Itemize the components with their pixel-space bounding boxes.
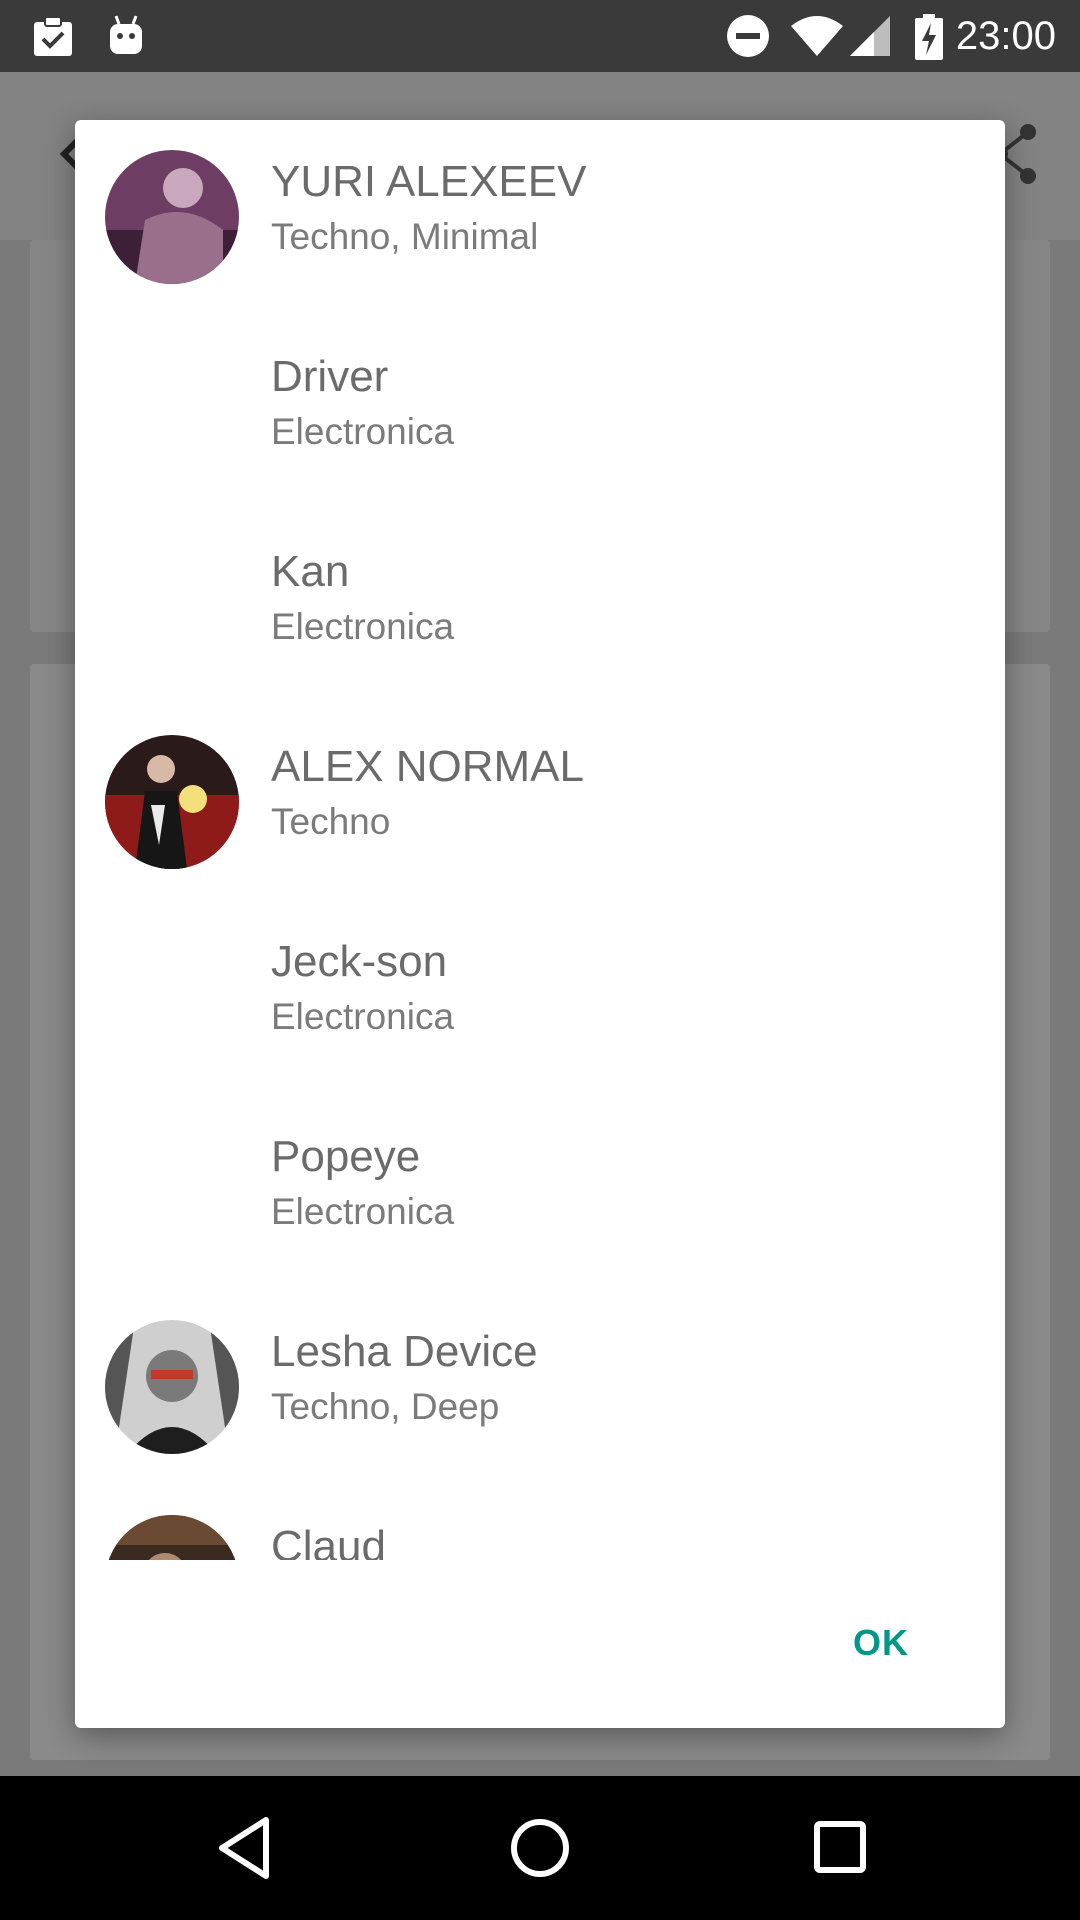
list-item[interactable]: YURI ALEXEEV Techno, Minimal <box>75 120 1005 315</box>
artist-genre: Electronica <box>271 606 455 647</box>
list-item[interactable]: Popeye Electronica <box>75 1095 1005 1290</box>
battery-charging-icon <box>914 14 944 65</box>
avatar <box>105 150 239 284</box>
navigation-bar <box>0 1776 1080 1920</box>
artist-name: Driver <box>271 352 389 401</box>
artist-name: Claud <box>271 1522 386 1560</box>
artist-name: YURI ALEXEEV <box>271 157 587 206</box>
list-item[interactable]: Kan Electronica <box>75 510 1005 705</box>
clock: 23:00 <box>955 14 1056 58</box>
list-item[interactable]: Claud <box>75 1485 1005 1560</box>
artist-name: ALEX NORMAL <box>271 742 584 791</box>
artist-name: Popeye <box>271 1132 421 1181</box>
avatar <box>105 1515 239 1560</box>
ok-button[interactable]: OK <box>853 1622 909 1664</box>
android-icon <box>106 14 146 63</box>
artist-genre: Techno, Minimal <box>271 216 539 257</box>
avatar <box>105 1320 239 1454</box>
home-icon[interactable] <box>508 1812 572 1889</box>
back-icon[interactable] <box>214 1812 274 1889</box>
list-item[interactable]: Jeck-son Electronica <box>75 900 1005 1095</box>
signal-icon <box>848 14 892 63</box>
clipboard-check-icon <box>30 14 76 63</box>
artist-genre: Electronica <box>271 411 455 452</box>
artist-list-dialog: YURI ALEXEEV Techno, Minimal Driver Elec… <box>75 120 1005 1728</box>
do-not-disturb-icon <box>726 14 770 63</box>
list-item[interactable]: ALEX NORMAL Techno <box>75 705 1005 900</box>
artist-genre: Electronica <box>271 1191 455 1232</box>
artist-list[interactable]: YURI ALEXEEV Techno, Minimal Driver Elec… <box>75 120 1005 1560</box>
artist-genre: Electronica <box>271 996 455 1037</box>
artist-name: Jeck-son <box>271 937 448 986</box>
recents-icon[interactable] <box>810 1812 870 1889</box>
list-item[interactable]: Lesha Device Techno, Deep <box>75 1290 1005 1485</box>
avatar <box>105 735 239 869</box>
status-bar: 23:00 <box>0 0 1080 72</box>
list-item[interactable]: Driver Electronica <box>75 315 1005 510</box>
artist-genre: Techno, Deep <box>271 1386 500 1427</box>
artist-name: Lesha Device <box>271 1327 538 1376</box>
artist-name: Kan <box>271 547 350 596</box>
artist-genre: Techno <box>271 801 391 842</box>
wifi-icon <box>790 14 844 63</box>
